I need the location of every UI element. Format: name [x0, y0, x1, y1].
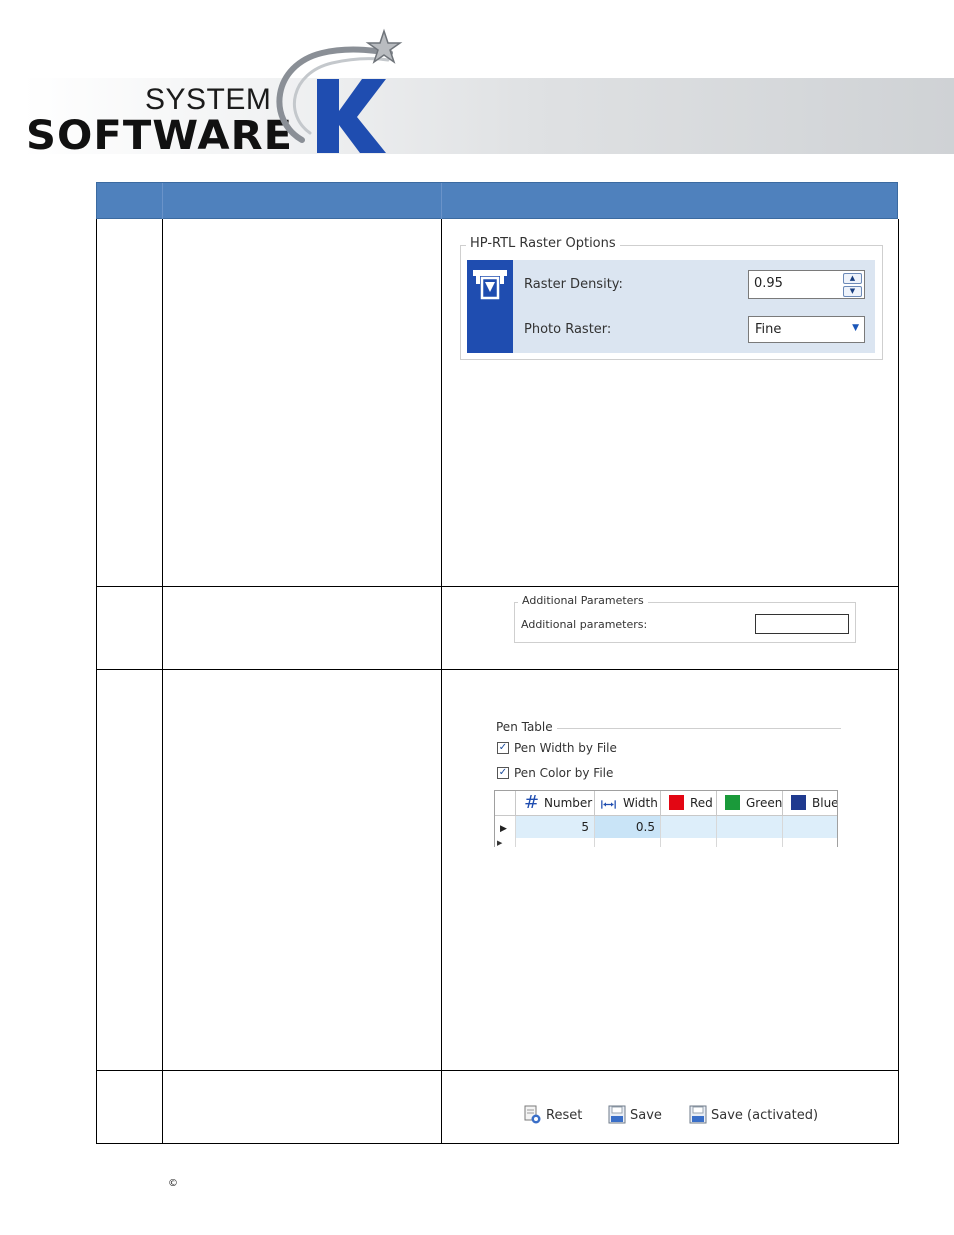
table-border-bottom — [96, 1143, 899, 1144]
row-pointer-icon: ▶ — [500, 824, 507, 834]
raster-density-label: Raster Density: — [524, 277, 623, 292]
spin-up-icon[interactable]: ▲ — [843, 273, 862, 284]
table-header-row — [96, 182, 898, 219]
blue-swatch-icon — [791, 795, 806, 810]
column-header-red[interactable]: Red — [661, 791, 717, 816]
photo-raster-label: Photo Raster: — [524, 322, 612, 337]
raster-printer-icon — [473, 270, 507, 300]
pen-width-by-file-label: Pen Width by File — [514, 741, 617, 755]
header-divider — [441, 183, 442, 219]
hash-icon: # — [524, 792, 540, 813]
save-label: Save — [630, 1108, 662, 1123]
new-row-selector[interactable]: ▶ — [495, 838, 516, 847]
hp-rtl-title: HP-RTL Raster Options — [466, 236, 620, 251]
floppy-disk-icon — [608, 1105, 626, 1124]
cell-green[interactable] — [717, 816, 783, 838]
row-header-corner — [495, 791, 516, 816]
table-border-left — [96, 219, 97, 1144]
width-arrows-icon — [601, 800, 616, 809]
reset-label: Reset — [546, 1108, 583, 1123]
column-header-width[interactable]: Width — [595, 791, 661, 816]
new-row-cell[interactable] — [661, 838, 717, 847]
row-selector[interactable]: ▶ — [495, 816, 516, 838]
reset-icon — [524, 1105, 541, 1124]
header-banner: SYSTEM SOFTWARE — [0, 0, 954, 175]
table-col-divider — [441, 219, 442, 1144]
cell-blue[interactable] — [783, 816, 837, 838]
pen-color-by-file-checkbox[interactable]: ✓ — [497, 767, 509, 779]
photo-raster-select[interactable]: Fine ▼ — [748, 316, 865, 343]
new-row-cell[interactable] — [516, 838, 595, 847]
cell-number[interactable]: 5 — [516, 816, 595, 838]
spin-down-icon[interactable]: ▼ — [843, 286, 862, 297]
photo-raster-value: Fine — [755, 322, 782, 337]
copyright-symbol: © — [168, 1178, 178, 1189]
logo-text-system: SYSTEM — [145, 83, 272, 116]
table-border-right — [898, 219, 899, 1144]
pen-table-grid: # Number Width Red Green Blue ▶ 5 0.5 ▶ — [494, 790, 838, 847]
column-header-blue[interactable]: Blue — [783, 791, 837, 816]
additional-parameters-title: Additional Parameters — [518, 594, 648, 607]
pen-table-title: Pen Table — [492, 720, 557, 734]
additional-parameters-label: Additional parameters: — [521, 618, 648, 631]
save-activated-label: Save (activated) — [711, 1108, 819, 1123]
cell-red[interactable] — [661, 816, 717, 838]
hp-rtl-side-bar — [467, 260, 513, 353]
column-header-number[interactable]: # Number — [516, 791, 595, 816]
new-row-icon: ▶ — [497, 839, 503, 847]
table-col-divider — [162, 219, 163, 1144]
green-swatch-icon — [725, 795, 740, 810]
new-row-cell[interactable] — [717, 838, 783, 847]
logo-k-star-icon — [276, 28, 403, 153]
column-header-green[interactable]: Green — [717, 791, 783, 816]
new-row-cell[interactable] — [595, 838, 661, 847]
pen-width-by-file-checkbox[interactable]: ✓ — [497, 742, 509, 754]
chevron-down-icon: ▼ — [852, 323, 859, 333]
red-swatch-icon — [669, 795, 684, 810]
table-row-divider — [96, 1070, 899, 1071]
table-row-divider — [96, 586, 899, 587]
header-divider — [162, 183, 163, 219]
logo-text-software: SOFTWARE — [26, 113, 294, 159]
cell-width[interactable]: 0.5 — [595, 816, 661, 838]
additional-parameters-input[interactable] — [755, 614, 849, 634]
table-row-divider — [96, 669, 899, 670]
pen-color-by-file-label: Pen Color by File — [514, 766, 614, 780]
floppy-disk-icon — [689, 1105, 707, 1124]
